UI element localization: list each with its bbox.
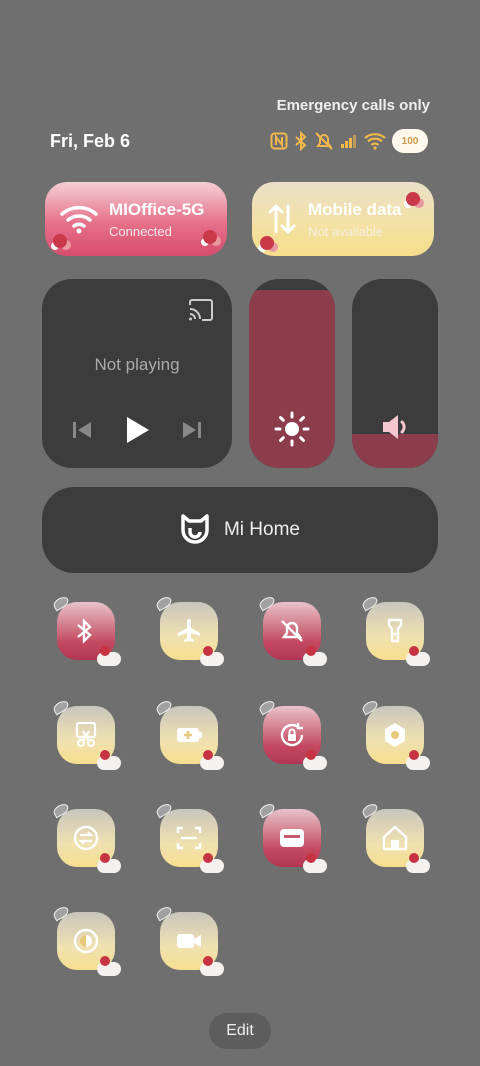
toggle-rotation-lock[interactable] — [257, 698, 327, 770]
leaf-decoration — [257, 698, 277, 716]
cloud-flower-decoration — [303, 853, 327, 873]
mute-icon — [315, 132, 333, 150]
next-icon[interactable] — [181, 420, 203, 440]
toggle-reading-mode[interactable] — [51, 904, 121, 976]
cloud-flower-decoration — [406, 750, 430, 770]
rotation-lock-icon — [280, 723, 304, 747]
previous-icon[interactable] — [71, 420, 93, 440]
wifi-tile[interactable]: MIOffice-5G Connected — [45, 182, 227, 256]
bluetooth-icon — [77, 618, 92, 644]
mobile-data-status: Not available — [308, 223, 384, 239]
cloud-flower-decoration — [303, 750, 327, 770]
volume-slider[interactable] — [352, 279, 438, 468]
home-icon — [382, 825, 408, 851]
status-icons: 100 — [270, 128, 428, 154]
cloud-flower-decoration — [97, 646, 121, 666]
signal-icon — [341, 135, 356, 148]
toggle-flashlight[interactable] — [360, 594, 430, 666]
leaf-decoration — [51, 698, 71, 716]
cloud-flower-decoration — [200, 750, 224, 770]
cloud-flower-decoration — [406, 853, 430, 873]
cloud-flower-decoration — [303, 646, 327, 666]
media-player[interactable]: Not playing — [42, 279, 232, 468]
toggle-mute[interactable] — [257, 594, 327, 666]
cast-icon[interactable] — [188, 299, 214, 321]
toggle-battery-saver[interactable] — [154, 698, 224, 770]
leaf-decoration — [51, 594, 71, 612]
nfc-icon — [270, 132, 288, 150]
cloud-flower-decoration — [200, 646, 224, 666]
bluetooth-icon — [295, 131, 307, 151]
hexagon-settings-icon — [385, 723, 405, 747]
sync-icon — [73, 825, 99, 851]
mi-home-button[interactable]: Mi Home — [42, 487, 438, 573]
brightness-slider[interactable] — [249, 279, 335, 468]
wifi-status: Connected — [109, 223, 172, 239]
date-label: Fri, Feb 6 — [50, 131, 131, 151]
mobile-data-tile[interactable]: Mobile data Not available — [252, 182, 434, 256]
media-status: Not playing — [94, 355, 180, 374]
toggle-screen-recorder[interactable] — [154, 904, 224, 976]
airplane-icon — [178, 619, 200, 642]
contrast-icon — [73, 928, 99, 954]
leaf-decoration — [154, 594, 174, 612]
carrier-status: Emergency calls only — [276, 97, 430, 114]
leaf-decoration — [257, 594, 277, 612]
leaf-decoration — [257, 801, 277, 819]
leaf-decoration — [154, 801, 174, 819]
cloud-flower-decoration — [406, 646, 430, 666]
mi-home-icon — [181, 514, 209, 544]
mobile-data-icon — [268, 203, 296, 235]
cloud-flower-decoration — [200, 956, 224, 976]
toggle-screenshot[interactable] — [51, 698, 121, 770]
flower-decoration — [203, 230, 217, 244]
cloud-flower-decoration — [97, 956, 121, 976]
cloud-flower-decoration — [200, 853, 224, 873]
flower-decoration — [260, 236, 274, 250]
leaf-decoration — [51, 801, 71, 819]
cloud-flower-decoration — [97, 853, 121, 873]
edit-button[interactable]: Edit — [209, 1013, 271, 1049]
scissors-icon — [75, 721, 97, 748]
cloud-flower-decoration — [97, 750, 121, 770]
wifi-network-name: MIOffice-5G — [109, 199, 205, 219]
toggle-data-saver[interactable] — [51, 801, 121, 873]
flower-decoration — [53, 234, 67, 248]
leaf-decoration — [360, 698, 380, 716]
leaf-decoration — [154, 698, 174, 716]
wifi-icon — [60, 206, 98, 234]
leaf-decoration — [360, 594, 380, 612]
brightness-icon — [274, 411, 310, 447]
toggle-bluetooth[interactable] — [51, 594, 121, 666]
bell-off-icon — [281, 620, 303, 642]
mi-home-label: Mi Home — [223, 519, 300, 540]
toggle-scanner[interactable] — [154, 801, 224, 873]
flashlight-icon — [387, 618, 403, 643]
toggle-settings[interactable] — [360, 698, 430, 770]
wifi-icon — [364, 133, 386, 150]
battery-plus-icon — [177, 728, 202, 742]
scan-icon — [176, 826, 202, 850]
leaf-decoration — [51, 904, 71, 922]
battery-icon: 100 — [392, 129, 428, 153]
flower-decoration — [406, 192, 420, 206]
mobile-data-title: Mobile data — [308, 199, 402, 219]
video-camera-icon — [177, 934, 201, 948]
card-icon — [280, 829, 304, 847]
leaf-decoration — [360, 801, 380, 819]
play-icon[interactable] — [123, 415, 151, 445]
leaf-decoration — [154, 904, 174, 922]
volume-icon — [383, 415, 406, 439]
toggle-cards[interactable] — [257, 801, 327, 873]
toggle-airplane-mode[interactable] — [154, 594, 224, 666]
toggle-home[interactable] — [360, 801, 430, 873]
